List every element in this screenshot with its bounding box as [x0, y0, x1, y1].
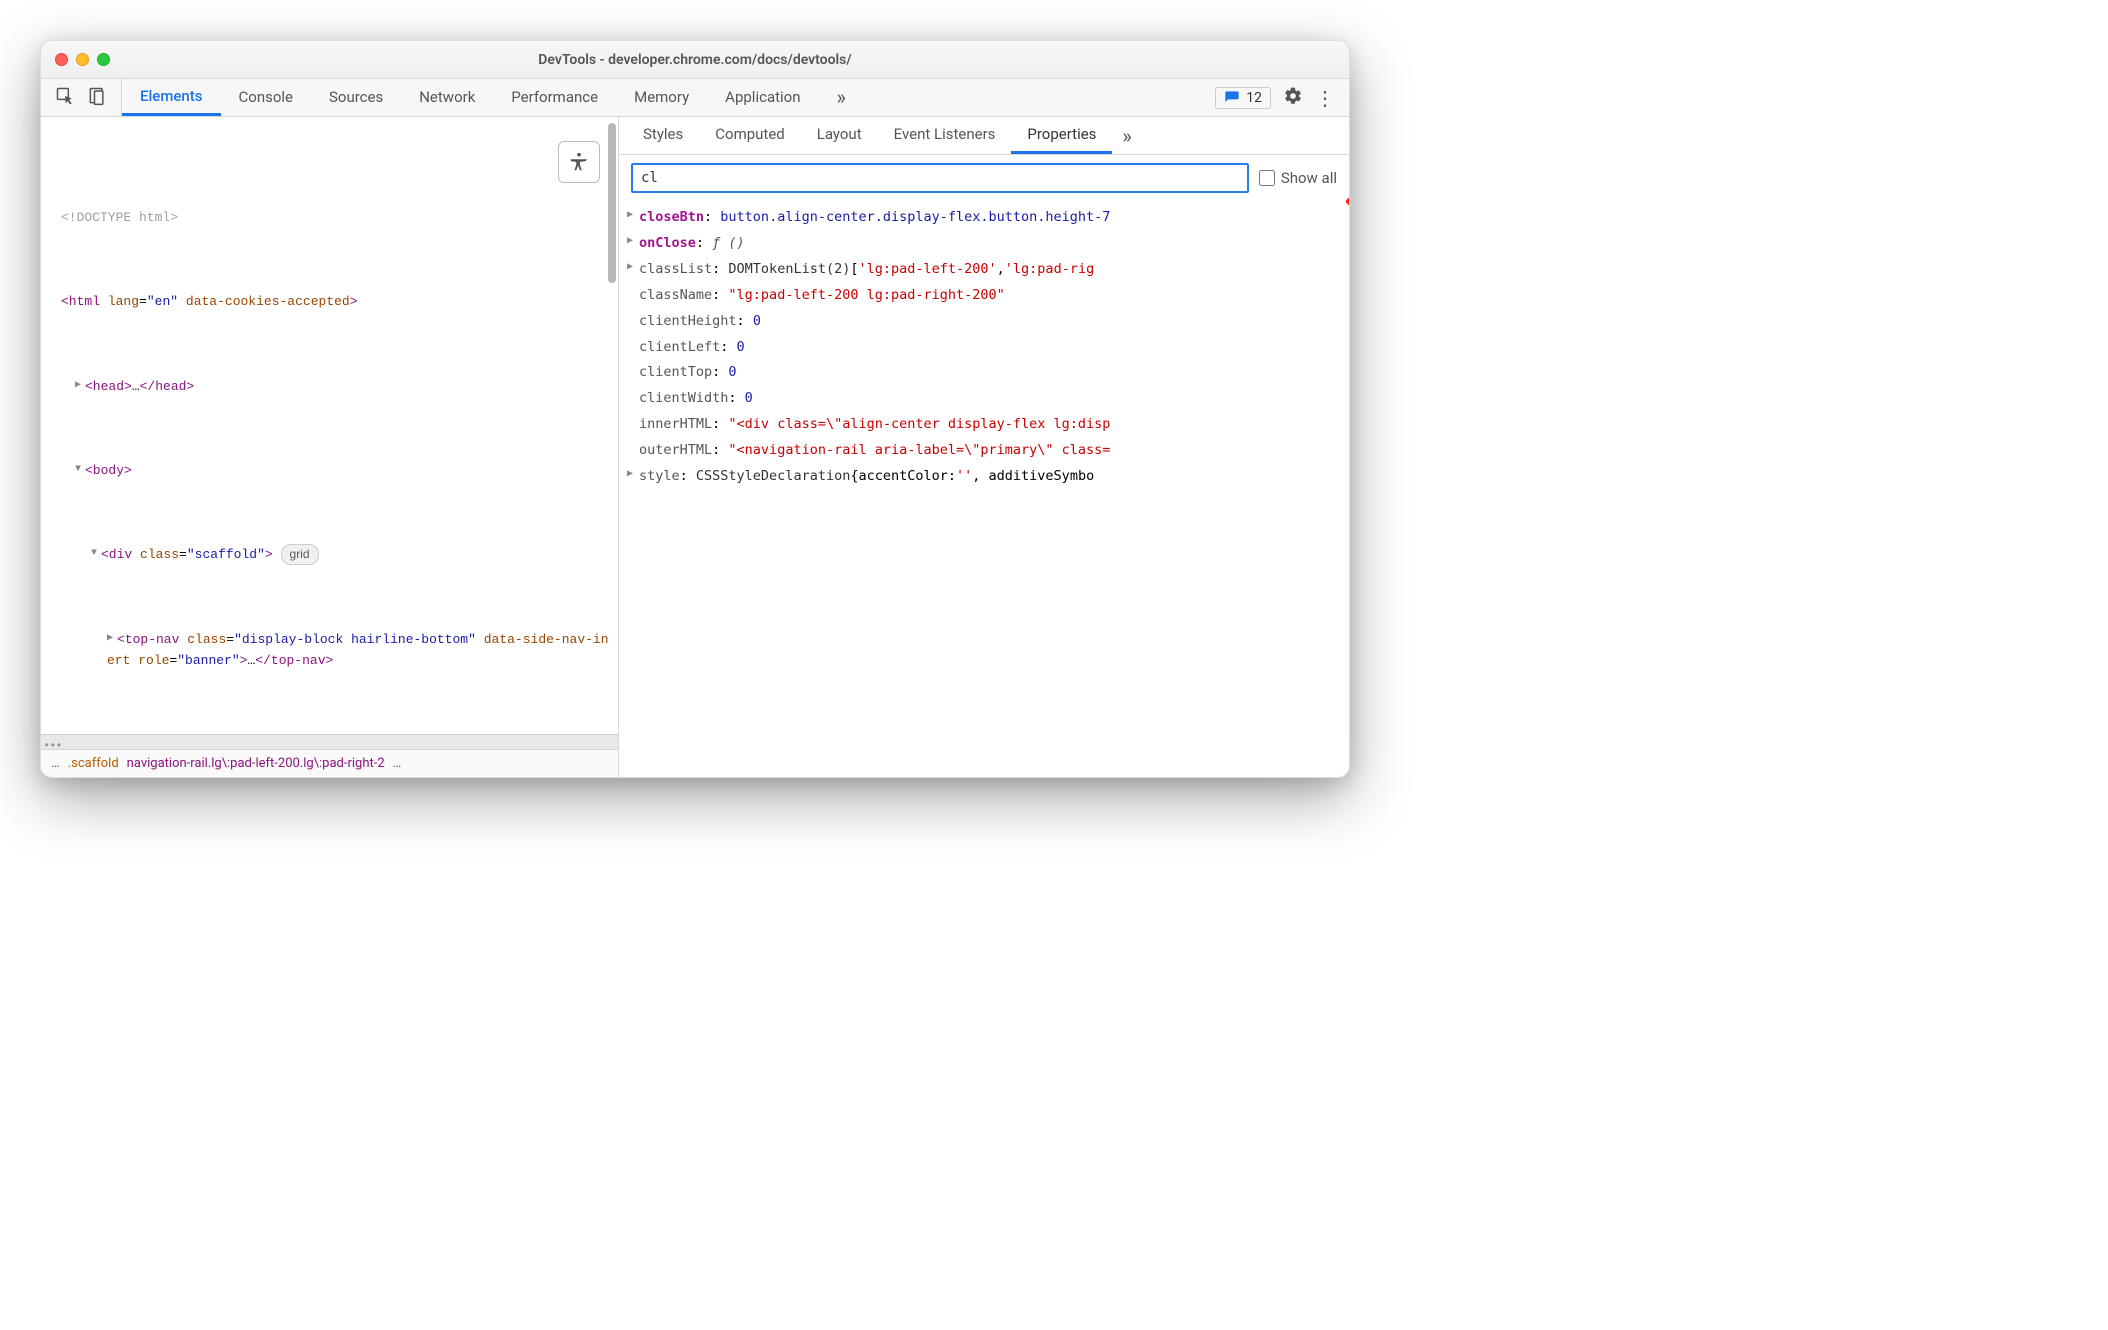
property-row[interactable]: outerHTML: "<navigation-rail aria-label=… [627, 438, 1345, 464]
property-row[interactable]: clientWidth: 0 [627, 386, 1345, 412]
tabs-overflow-button[interactable]: » [819, 79, 864, 116]
body-element[interactable]: ▼<body> [41, 460, 618, 481]
tab-elements[interactable]: Elements [122, 79, 221, 116]
annotation-arrow: ➜ [1343, 177, 1350, 224]
show-all-checkbox-input[interactable] [1259, 170, 1275, 186]
breadcrumb-ellipsis-right[interactable]: … [389, 756, 406, 771]
property-row[interactable]: clientTop: 0 [627, 360, 1345, 386]
settings-gear-icon[interactable] [1283, 86, 1303, 110]
sidebar-tabs: Styles Computed Layout Event Listeners P… [619, 117, 1349, 155]
head-element[interactable]: ▶<head>…</head> [41, 376, 618, 397]
window-title: DevTools - developer.chrome.com/docs/dev… [41, 52, 1349, 68]
doctype-text: <!DOCTYPE html> [61, 210, 178, 225]
main-toolbar: Elements Console Sources Network Perform… [41, 79, 1349, 117]
minimize-window-button[interactable] [76, 53, 89, 66]
close-window-button[interactable] [55, 53, 68, 66]
tab-sources[interactable]: Sources [311, 79, 401, 116]
property-row[interactable]: clientHeight: 0 [627, 309, 1345, 335]
div-scaffold[interactable]: ▼<div class="scaffold"> grid [41, 544, 618, 565]
inspect-element-icon[interactable] [55, 86, 75, 110]
scrollbar-thumb[interactable] [608, 123, 616, 283]
main-split: <!DOCTYPE html> <html lang="en" data-coo… [41, 117, 1349, 777]
sidebar-tabs-overflow[interactable]: » [1112, 117, 1141, 154]
property-row[interactable]: clientLeft: 0 [627, 335, 1345, 361]
tab-layout[interactable]: Layout [801, 117, 878, 154]
property-row[interactable]: ▶style: CSSStyleDeclaration {accentColor… [627, 464, 1345, 490]
top-nav-element[interactable]: ▶<top-nav class="display-block hairline-… [41, 629, 618, 671]
html-element[interactable]: <html lang="en" data-cookies-accepted> [41, 291, 618, 312]
tab-application[interactable]: Application [707, 79, 818, 116]
property-row[interactable]: className: "lg:pad-left-200 lg:pad-right… [627, 283, 1345, 309]
devtools-window: ➜ DevTools - developer.chrome.com/docs/d… [40, 40, 1350, 778]
more-options-icon[interactable]: ⋮ [1315, 88, 1335, 108]
navigation-rail-selected[interactable]: ••• ▶<navigation-rail aria-label="primar… [41, 734, 618, 749]
dom-tree[interactable]: <!DOCTYPE html> <html lang="en" data-coo… [41, 117, 618, 749]
window-titlebar: DevTools - developer.chrome.com/docs/dev… [41, 41, 1349, 79]
properties-filter-input[interactable] [631, 163, 1249, 193]
breadcrumb[interactable]: … .scaffold navigation-rail.lg\:pad-left… [41, 749, 618, 777]
tab-console[interactable]: Console [221, 79, 312, 116]
traffic-lights [55, 53, 110, 66]
properties-list[interactable]: ▶closeBtn: button.align-center.display-f… [619, 201, 1349, 490]
property-row[interactable]: ▶classList: DOMTokenList(2) ['lg:pad-lef… [627, 257, 1345, 283]
gutter-menu-icon[interactable]: ••• [43, 737, 62, 749]
tab-properties[interactable]: Properties [1011, 117, 1112, 154]
tab-styles[interactable]: Styles [627, 117, 699, 154]
issues-button[interactable]: 12 [1215, 87, 1271, 109]
property-row[interactable]: innerHTML: "<div class=\"align-center di… [627, 412, 1345, 438]
property-row[interactable]: ▶closeBtn: button.align-center.display-f… [627, 205, 1345, 231]
maximize-window-button[interactable] [97, 53, 110, 66]
sidebar-pane: Styles Computed Layout Event Listeners P… [619, 117, 1349, 777]
tab-computed[interactable]: Computed [699, 117, 801, 154]
device-toolbar-icon[interactable] [87, 86, 107, 110]
elements-panel: <!DOCTYPE html> <html lang="en" data-coo… [41, 117, 619, 777]
issues-count: 12 [1246, 90, 1262, 106]
breadcrumb-item-active[interactable]: navigation-rail.lg\:pad-left-200.lg\:pad… [123, 756, 389, 771]
main-tabs: Elements Console Sources Network Perform… [122, 79, 1215, 116]
tab-event-listeners[interactable]: Event Listeners [878, 117, 1012, 154]
breadcrumb-ellipsis-left[interactable]: … [47, 756, 64, 771]
properties-filter-row: Show all [619, 155, 1349, 201]
tab-memory[interactable]: Memory [616, 79, 707, 116]
tab-network[interactable]: Network [401, 79, 493, 116]
property-row[interactable]: ▶onClose: ƒ () [627, 231, 1345, 257]
layout-badge-grid[interactable]: grid [281, 544, 319, 565]
show-all-label: Show all [1281, 169, 1337, 187]
tab-performance[interactable]: Performance [493, 79, 616, 116]
show-all-checkbox[interactable]: Show all [1259, 169, 1337, 187]
breadcrumb-item[interactable]: .scaffold [64, 756, 123, 771]
